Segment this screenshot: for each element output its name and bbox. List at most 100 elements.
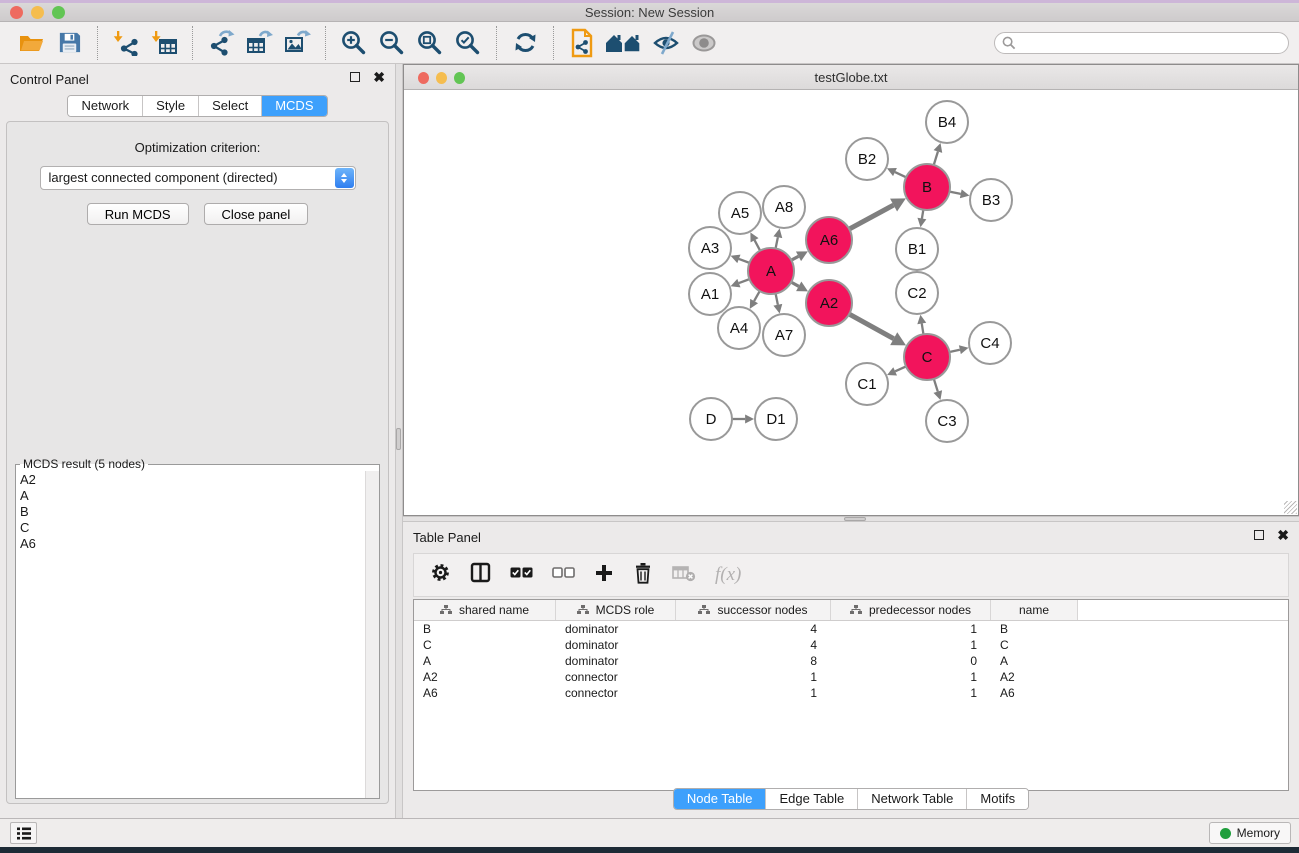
export-table-icon xyxy=(245,29,273,57)
graph-edge-A-A4[interactable] xyxy=(754,291,760,301)
memory-button[interactable]: Memory xyxy=(1209,822,1291,844)
graph-edge-A-A7[interactable] xyxy=(776,294,778,305)
export-image-button[interactable] xyxy=(278,26,316,60)
import-table-button[interactable] xyxy=(145,26,183,60)
float-panel-icon[interactable] xyxy=(1254,530,1264,540)
graph-edge-C-C1[interactable] xyxy=(895,366,906,371)
search-input[interactable] xyxy=(994,32,1289,54)
graph-edge-B-B2[interactable] xyxy=(895,172,906,177)
attribute-type-icon xyxy=(577,605,589,615)
window-resize-grip[interactable] xyxy=(1284,501,1297,514)
graph-node-label: A xyxy=(766,263,776,280)
tab-edge-table[interactable]: Edge Table xyxy=(765,789,857,809)
hide-graphics-details-button[interactable] xyxy=(647,26,685,60)
graph-edge-A-A8[interactable] xyxy=(776,237,778,248)
zoom-in-button[interactable] xyxy=(335,26,373,60)
graph-node-label: A3 xyxy=(701,240,719,257)
show-columns-button[interactable] xyxy=(470,562,491,588)
graph-node-label: C1 xyxy=(857,376,876,393)
new-network-from-selection-button[interactable] xyxy=(563,26,601,60)
column-header-shared-name[interactable]: shared name xyxy=(414,600,556,620)
export-network-button[interactable] xyxy=(202,26,240,60)
table-cell: A2 xyxy=(414,670,556,684)
splitter-handle[interactable] xyxy=(844,517,866,521)
refresh-view-button[interactable] xyxy=(506,26,544,60)
column-header-predecessor-nodes[interactable]: predecessor nodes xyxy=(831,600,991,620)
tab-network[interactable]: Network xyxy=(68,96,142,116)
run-mcds-button[interactable]: Run MCDS xyxy=(87,203,189,225)
graph-edge-A-A3[interactable] xyxy=(739,259,750,263)
graph-edge-C-C4[interactable] xyxy=(949,350,959,352)
table-row[interactable]: A2connector11A2 xyxy=(414,669,1288,685)
export-table-button[interactable] xyxy=(240,26,278,60)
network-graph[interactable]: B4B2BB3A5A8A6B1A3AC2A1A2A4A7C4CC1C3DD1 xyxy=(404,91,1299,518)
function-builder-button[interactable]: f(x) xyxy=(715,564,741,586)
mcds-result-list[interactable]: A2ABCA6 xyxy=(16,471,365,798)
graph-edge-B-B1[interactable] xyxy=(922,210,923,219)
import-network-button[interactable] xyxy=(107,26,145,60)
table-cell: C xyxy=(414,638,556,652)
tab-select[interactable]: Select xyxy=(198,96,261,116)
column-header-label: predecessor nodes xyxy=(869,603,971,617)
home-button[interactable] xyxy=(601,26,647,60)
column-header-name[interactable]: name xyxy=(991,600,1078,620)
graph-edge-A-A5[interactable] xyxy=(755,240,761,250)
close-panel-icon[interactable]: ✖ xyxy=(1277,530,1289,540)
zoom-out-button[interactable] xyxy=(373,26,411,60)
table-row[interactable]: Cdominator41C xyxy=(414,637,1288,653)
tab-mcds[interactable]: MCDS xyxy=(261,96,326,116)
graph-edge-A-A2[interactable] xyxy=(791,282,799,286)
delete-column-button[interactable] xyxy=(633,562,653,589)
column-header-successor-nodes[interactable]: successor nodes xyxy=(676,600,831,620)
destroy-table-button[interactable] xyxy=(672,564,696,587)
task-history-button[interactable] xyxy=(10,822,37,844)
mcds-result-item[interactable]: B xyxy=(20,504,365,520)
tab-style[interactable]: Style xyxy=(142,96,198,116)
network-canvas[interactable]: B4B2BB3A5A8A6B1A3AC2A1A2A4A7C4CC1C3DD1 xyxy=(404,91,1298,515)
close-panel-icon[interactable]: ✖ xyxy=(373,72,385,82)
graph-edge-C-C3[interactable] xyxy=(934,379,938,392)
deselect-all-button[interactable] xyxy=(552,566,575,584)
table-panel-title: Table Panel xyxy=(413,530,481,545)
mcds-result-item[interactable]: A xyxy=(20,488,365,504)
table-cell: C xyxy=(991,638,1078,652)
table-row[interactable]: A6connector11A6 xyxy=(414,685,1288,701)
open-session-button[interactable] xyxy=(12,26,50,60)
select-all-button[interactable] xyxy=(510,566,533,584)
mcds-result-item[interactable]: A6 xyxy=(20,536,365,552)
graph-edge-C-C2[interactable] xyxy=(922,323,924,334)
table-row[interactable]: Adominator80A xyxy=(414,653,1288,669)
edge-arrowhead-icon xyxy=(917,218,926,227)
graph-edge-A6-B[interactable] xyxy=(849,205,893,229)
mcds-result-item[interactable]: C xyxy=(20,520,365,536)
add-column-button[interactable] xyxy=(594,563,614,588)
column-header-MCDS-role[interactable]: MCDS role xyxy=(556,600,676,620)
save-session-button[interactable] xyxy=(50,26,88,60)
splitter-handle[interactable] xyxy=(396,428,401,450)
table-cell: 8 xyxy=(676,654,831,668)
show-graphics-details-button[interactable] xyxy=(685,26,723,60)
optimization-criterion-dropdown[interactable]: largest connected component (directed) xyxy=(40,166,356,190)
graph-node-label: A7 xyxy=(775,327,793,344)
mcds-result-item[interactable]: A2 xyxy=(20,472,365,488)
graph-edge-B-B4[interactable] xyxy=(934,152,938,166)
close-panel-button[interactable]: Close panel xyxy=(204,203,309,225)
zoom-selected-button[interactable] xyxy=(449,26,487,60)
table-settings-button[interactable] xyxy=(430,562,451,588)
graph-edge-B-B3[interactable] xyxy=(950,192,961,194)
hide-graphics-icon xyxy=(652,29,680,57)
table-row[interactable]: Bdominator41B xyxy=(414,621,1288,637)
tab-motifs[interactable]: Motifs xyxy=(966,789,1028,809)
tab-network-table[interactable]: Network Table xyxy=(857,789,966,809)
graph-edge-A-A6[interactable] xyxy=(791,256,798,260)
graph-node-label: C2 xyxy=(907,285,926,302)
graph-edge-A-A1[interactable] xyxy=(739,279,750,283)
tab-node-table[interactable]: Node Table xyxy=(674,789,766,809)
float-panel-icon[interactable] xyxy=(350,72,360,82)
table-cell: 1 xyxy=(676,686,831,700)
result-list-scrollbar[interactable] xyxy=(365,471,379,798)
panel-splitter-vertical[interactable] xyxy=(395,64,403,818)
graph-edge-A2-C[interactable] xyxy=(849,314,894,339)
zoom-fit-button[interactable] xyxy=(411,26,449,60)
status-bar: Memory xyxy=(0,818,1299,847)
